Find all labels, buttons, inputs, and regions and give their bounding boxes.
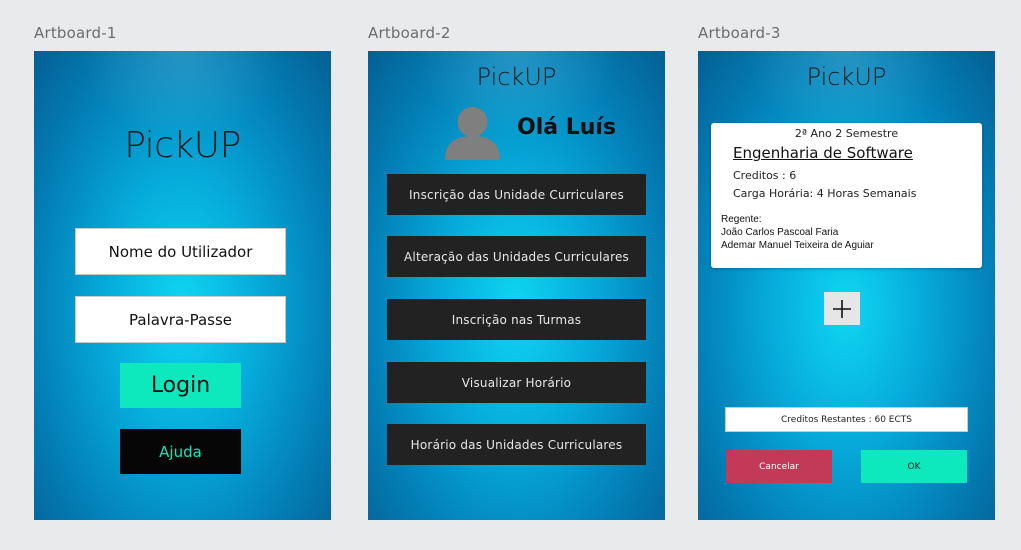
cancel-button[interactable]: Cancelar	[726, 450, 832, 483]
greeting-text: Olá Luís	[517, 115, 617, 140]
regent-label: Regente:	[721, 214, 762, 225]
course-title: Engenharia de Software	[733, 144, 913, 162]
artboard-menu: PickUP Olá Luís Inscrição das Unidade Cu…	[368, 51, 665, 520]
app-logo: PickUP	[806, 63, 887, 91]
app-logo: PickUP	[476, 63, 557, 91]
ok-button[interactable]: OK	[861, 450, 967, 483]
user-avatar-icon	[445, 107, 500, 160]
menu-item-enroll-courses[interactable]: Inscrição das Unidade Curriculares	[387, 174, 646, 215]
help-button[interactable]: Ajuda	[120, 429, 241, 474]
menu-item-change-courses[interactable]: Alteração das Unidades Curriculares	[387, 236, 646, 277]
add-course-button[interactable]	[824, 292, 860, 325]
regent-name: João Carlos Pascoal Faria	[721, 227, 839, 238]
artboard-1-label: Artboard-1	[34, 24, 117, 42]
course-credits: Creditos : 6	[733, 169, 797, 182]
year-semester: 2ª Ano 2 Semestre	[794, 127, 899, 140]
artboard-3-label: Artboard-3	[698, 24, 781, 42]
username-field[interactable]: Nome do Utilizador	[75, 228, 286, 275]
course-card[interactable]: 2ª Ano 2 Semestre Engenharia de Software…	[711, 123, 982, 268]
app-logo: PickUP	[124, 125, 241, 166]
plus-icon	[833, 299, 851, 318]
artboard-course: PickUP 2ª Ano 2 Semestre Engenharia de S…	[698, 51, 995, 520]
login-button[interactable]: Login	[120, 363, 241, 408]
artboard-login: PickUP Nome do Utilizador Palavra-Passe …	[34, 51, 331, 520]
artboard-2-label: Artboard-2	[368, 24, 451, 42]
remaining-credits: Creditos Restantes : 60 ECTS	[725, 407, 968, 432]
menu-item-course-schedule[interactable]: Horário das Unidades Curriculares	[387, 424, 646, 465]
password-field[interactable]: Palavra-Passe	[75, 296, 286, 343]
regent-name: Ademar Manuel Teixeira de Aguiar	[721, 240, 874, 251]
course-workload: Carga Horária: 4 Horas Semanais	[733, 187, 917, 200]
menu-item-enroll-classes[interactable]: Inscrição nas Turmas	[387, 299, 646, 340]
menu-item-view-schedule[interactable]: Visualizar Horário	[387, 362, 646, 403]
